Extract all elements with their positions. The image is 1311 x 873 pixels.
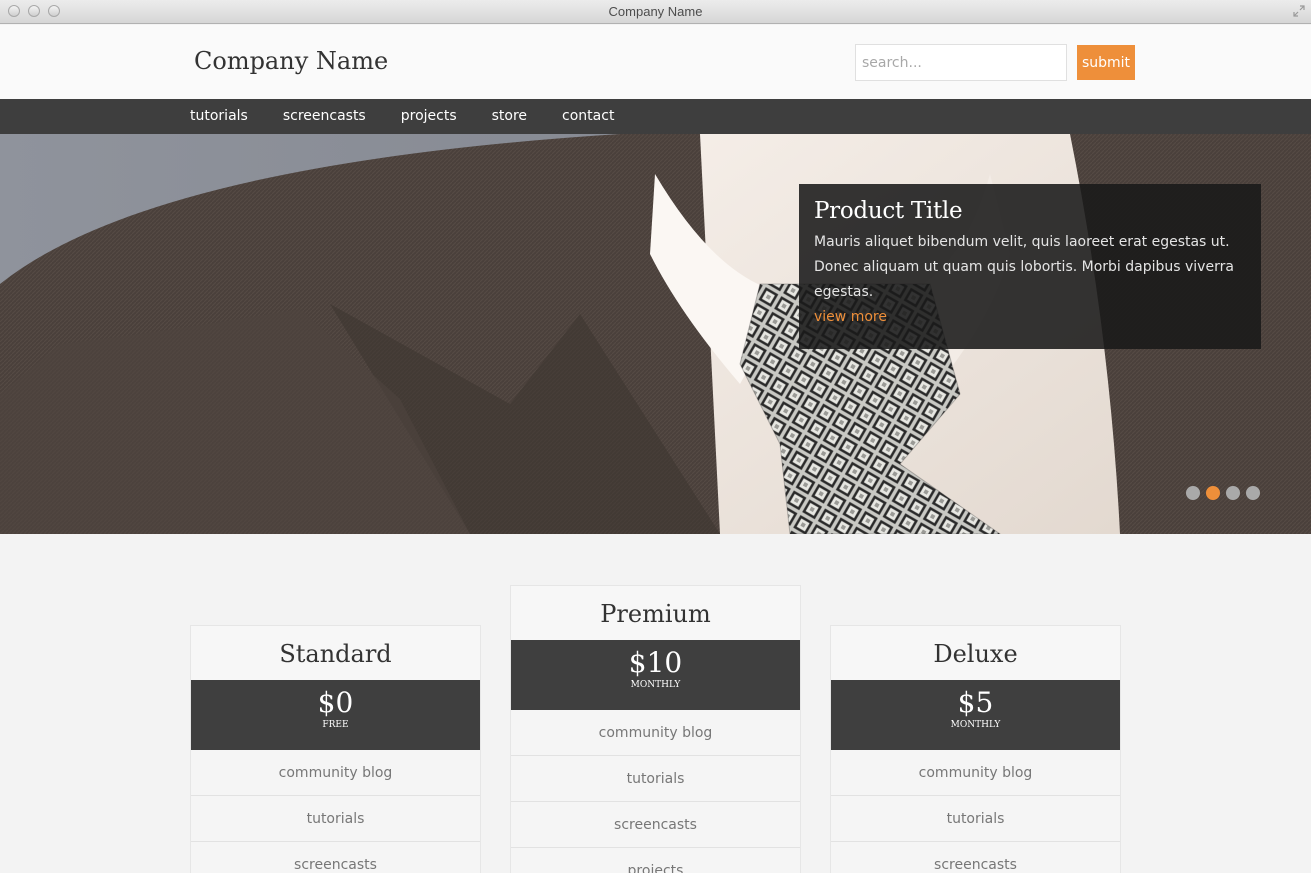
slider-dot-2[interactable] (1206, 486, 1220, 500)
view-more-link[interactable]: view more (814, 305, 887, 330)
slide-caption: Product Title Mauris aliquet bibendum ve… (799, 184, 1261, 349)
nav-item-projects[interactable]: projects (401, 99, 457, 134)
slider-pagination (1186, 486, 1260, 500)
plan-feature: screencasts (191, 842, 480, 873)
plan-name: Premium (511, 586, 800, 640)
hero-slider: Product Title Mauris aliquet bibendum ve… (0, 134, 1311, 534)
fullscreen-icon[interactable] (1293, 5, 1305, 17)
plan-feature: community blog (511, 710, 800, 756)
plan-feature: screencasts (831, 842, 1120, 873)
search-input[interactable] (855, 44, 1067, 81)
slider-dot-3[interactable] (1226, 486, 1240, 500)
nav-item-tutorials[interactable]: tutorials (190, 99, 248, 134)
window-titlebar: Company Name (0, 0, 1311, 24)
plan-premium: Premium $10 MONTHLY community blog tutor… (510, 585, 801, 873)
plan-period: MONTHLY (630, 680, 681, 690)
plan-name: Deluxe (831, 626, 1120, 680)
plan-feature: tutorials (511, 756, 800, 802)
plan-deluxe: Deluxe $5 MONTHLY community blog tutoria… (830, 625, 1121, 873)
product-title: Product Title (814, 198, 963, 224)
nav-item-store[interactable]: store (492, 99, 527, 134)
plan-period: FREE (322, 720, 349, 730)
plan-price: $10 (628, 646, 683, 679)
plan-period: MONTHLY (950, 720, 1001, 730)
company-logo[interactable]: Company Name (194, 47, 388, 75)
plan-feature: screencasts (511, 802, 800, 848)
plan-feature: tutorials (191, 796, 480, 842)
plan-feature: projects (511, 848, 800, 873)
plan-price-box: $5 MONTHLY (831, 680, 1120, 750)
slider-dot-1[interactable] (1186, 486, 1200, 500)
plan-price-box: $10 MONTHLY (511, 640, 800, 710)
slider-dot-4[interactable] (1246, 486, 1260, 500)
window-title: Company Name (608, 4, 703, 19)
site-header: Company Name submit (0, 25, 1311, 99)
plan-standard: Standard $0 FREE community blog tutorial… (190, 625, 481, 873)
plan-name: Standard (191, 626, 480, 680)
plan-price: $5 (957, 686, 994, 719)
nav-item-contact[interactable]: contact (562, 99, 614, 134)
plan-price-box: $0 FREE (191, 680, 480, 750)
plan-feature: community blog (831, 750, 1120, 796)
plan-price: $0 (317, 686, 354, 719)
product-description: Mauris aliquet bibendum velit, quis laor… (814, 234, 1234, 300)
submit-button[interactable]: submit (1077, 45, 1135, 80)
plan-feature: tutorials (831, 796, 1120, 842)
nav-item-screencasts[interactable]: screencasts (283, 99, 366, 134)
plan-feature: community blog (191, 750, 480, 796)
main-nav: tutorials screencasts projects store con… (0, 99, 1311, 134)
